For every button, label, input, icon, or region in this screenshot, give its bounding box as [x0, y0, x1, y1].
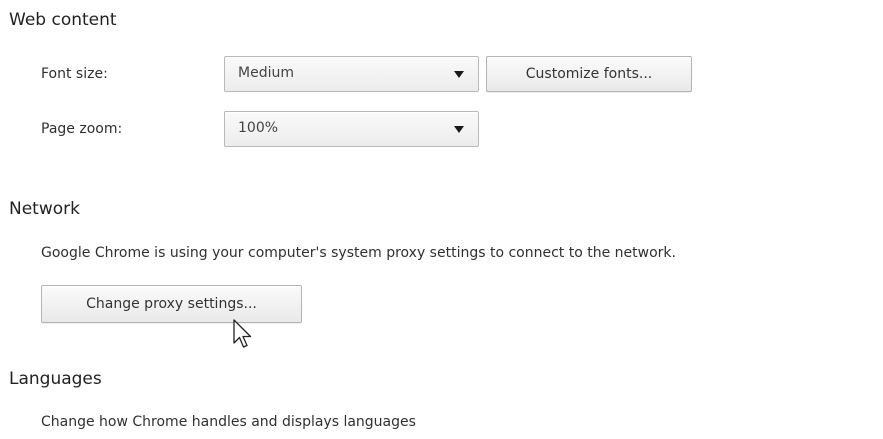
page-zoom-select[interactable]: 100%: [224, 111, 479, 147]
font-size-value: Medium: [238, 65, 294, 81]
customize-fonts-button[interactable]: Customize fonts...: [486, 56, 692, 92]
page-zoom-label: Page zoom:: [41, 121, 123, 137]
page-zoom-value: 100%: [238, 120, 279, 136]
dropdown-arrow-icon: [454, 71, 464, 78]
font-size-label: Font size:: [41, 66, 108, 82]
languages-description: Change how Chrome handles and displays l…: [41, 414, 416, 430]
languages-heading: Languages: [9, 369, 102, 389]
network-description: Google Chrome is using your computer's s…: [41, 245, 676, 261]
change-proxy-settings-button[interactable]: Change proxy settings...: [41, 285, 302, 323]
font-size-select[interactable]: Medium: [224, 56, 479, 92]
dropdown-arrow-icon: [454, 126, 464, 133]
network-heading: Network: [9, 199, 80, 219]
web-content-heading: Web content: [9, 10, 117, 30]
mouse-pointer-icon: [233, 319, 252, 348]
